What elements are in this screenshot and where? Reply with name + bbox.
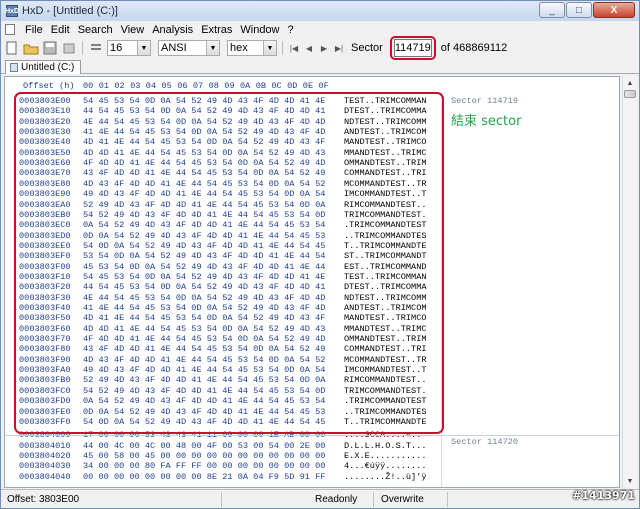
status-separator — [447, 492, 448, 507]
toolbar-separator — [282, 41, 283, 55]
sector-label-2: Sector 114720 — [451, 437, 519, 447]
end-sector-annotation: 結束 sector — [451, 114, 522, 129]
scroll-thumb[interactable] — [624, 90, 636, 98]
hex-row[interactable]: 0003804030 34 00 00 00 80 FA FF FF 00 00 … — [5, 461, 619, 471]
status-overwrite: Overwrite — [381, 494, 424, 505]
new-file-icon[interactable] — [4, 40, 20, 56]
hxd-app-icon: HxD — [5, 5, 19, 17]
scroll-down-icon[interactable]: ▼ — [623, 474, 637, 488]
column-header-cell: 0D — [287, 81, 298, 91]
save-icon[interactable] — [42, 40, 58, 56]
row-offset: 0003804020 — [19, 450, 71, 461]
row-hex-bytes[interactable]: 34 00 00 00 80 FA FF FF 00 00 00 00 00 0… — [83, 461, 325, 471]
column-header-cell: 0E — [302, 81, 314, 91]
window-title: HxD - [Untitled (C:)] — [22, 5, 118, 17]
row-ascii-text[interactable]: ........Ž!..ù]'ÿ — [344, 472, 427, 482]
previous-sector-icon[interactable]: ◀ — [303, 41, 315, 55]
column-header-cell: 0A — [240, 81, 251, 91]
save-all-icon[interactable] — [61, 40, 77, 56]
column-header-cell: 00 — [83, 81, 94, 91]
menu-view[interactable]: View — [117, 24, 149, 36]
status-bar: Offset: 3803E00 Readonly Overwrite — [1, 489, 639, 508]
title-bar[interactable]: HxD HxD - [Untitled (C:)] _ □ X — [1, 1, 639, 21]
column-header-cell: 06 — [177, 81, 188, 91]
sector-highlight-box — [14, 92, 444, 434]
status-readonly: Readonly — [315, 494, 358, 505]
row-hex-bytes[interactable]: 00 00 00 00 00 00 00 00 8E 21 0A 04 F9 5… — [83, 472, 325, 482]
next-sector-icon[interactable]: ▶ — [318, 41, 330, 55]
row-offset: 0003804010 — [19, 440, 71, 451]
menu-analysis[interactable]: Analysis — [148, 24, 197, 36]
column-header-cell: 07 — [192, 81, 204, 91]
open-folder-icon[interactable] — [23, 40, 39, 56]
display-mode-value: hex — [230, 42, 248, 54]
column-header-cell: 05 — [161, 81, 172, 91]
status-separator — [373, 492, 374, 507]
hex-row[interactable]: 0003804010 44 00 4C 00 4C 00 48 00 4F 00 … — [5, 441, 619, 451]
disk-icon — [10, 63, 18, 72]
tab-untitled-c[interactable]: Untitled (C:) — [5, 60, 82, 74]
hex-row[interactable]: 0003804040 00 00 00 00 00 00 00 00 8E 21 … — [5, 472, 619, 482]
sector-input[interactable]: 114719 — [389, 36, 436, 60]
row-offset: 0003804030 — [19, 461, 71, 472]
chevron-down-icon: ▼ — [206, 41, 219, 55]
scroll-up-icon[interactable]: ▲ — [623, 76, 637, 90]
hxd-window: HxD HxD - [Untitled (C:)] _ □ X File Edi… — [0, 0, 640, 509]
menu-file[interactable]: File — [21, 24, 47, 36]
hex-row[interactable]: 0003804020 45 00 58 00 45 00 00 00 00 00 … — [5, 451, 619, 461]
column-header-cell: 01 — [98, 81, 110, 91]
tab-strip: Untitled (C:) — [1, 59, 639, 74]
sector-label: Sector — [351, 42, 383, 54]
chevron-down-icon: ▼ — [137, 41, 150, 55]
column-header-cell: 0B — [255, 81, 267, 91]
last-sector-icon[interactable]: ▶| — [333, 41, 345, 55]
toolbar-separator — [82, 41, 83, 55]
row-ascii-text[interactable]: D.L.L.H.O.S.T... — [344, 441, 427, 451]
status-separator — [221, 492, 222, 507]
column-header-cell: 03 — [130, 81, 141, 91]
maximize-button[interactable]: □ — [566, 2, 592, 18]
watermark: #1413971 — [572, 489, 635, 502]
bytes-per-row-value: 16 — [110, 42, 123, 54]
tab-label: Untitled (C:) — [21, 62, 75, 73]
chevron-down-icon: ▼ — [263, 41, 276, 55]
hex-editor[interactable]: Offset (h) 00 01 02 03 04 05 06 07 08 09 0A 0B 0C 0D 0E… — [4, 76, 620, 488]
menu-edit[interactable]: Edit — [47, 24, 74, 36]
column-header-cell: 08 — [208, 81, 219, 91]
vertical-scrollbar[interactable]: ▲ ▼ — [622, 76, 636, 488]
display-mode-select[interactable]: hex ▼ — [227, 40, 277, 56]
menu-help[interactable]: ? — [284, 24, 298, 36]
menu-window[interactable]: Window — [236, 24, 283, 36]
minimize-button[interactable]: _ — [539, 2, 565, 18]
charset-select[interactable]: ANSI ▼ — [158, 40, 220, 56]
column-header-cell: 02 — [114, 81, 125, 91]
sector-label-1: Sector 114719 — [451, 96, 519, 106]
column-header-cell: 0C — [271, 81, 282, 91]
bytes-per-row-select[interactable]: 16 ▼ — [107, 40, 151, 56]
document-icon[interactable] — [5, 24, 15, 35]
row-ascii-text[interactable]: E.X.E........... — [344, 451, 427, 461]
offset-column-header: Offset (h) — [23, 81, 75, 91]
menu-extras[interactable]: Extras — [197, 24, 236, 36]
rows-icon — [88, 40, 104, 56]
status-offset: Offset: 3803E00 — [7, 494, 80, 505]
row-ascii-text[interactable]: 4...€úÿÿ........ — [344, 461, 427, 471]
toolbar: 16 ▼ ANSI ▼ hex ▼ |◀ ◀ ▶ ▶| Sector 11471… — [1, 36, 639, 60]
row-offset: 0003804040 — [19, 471, 71, 482]
close-button[interactable]: X — [593, 2, 635, 18]
column-header: Offset (h) 00 01 02 03 04 05 06 07 08 09 0A 0B 0C 0D 0E… — [5, 77, 619, 92]
menu-bar: File Edit Search View Analysis Extras Wi… — [1, 21, 639, 38]
sector-total: of 468869112 — [440, 42, 508, 54]
row-hex-bytes[interactable]: 45 00 58 00 45 00 00 00 00 00 00 00 00 0… — [83, 451, 325, 461]
first-sector-icon[interactable]: |◀ — [288, 41, 300, 55]
column-header-cell: 09 — [224, 81, 235, 91]
column-header-cell: 0F — [318, 81, 329, 91]
menu-search[interactable]: Search — [74, 24, 117, 36]
sector-divider — [5, 435, 619, 436]
row-hex-bytes[interactable]: 44 00 4C 00 4C 00 48 00 4F 00 53 00 54 0… — [83, 441, 325, 451]
column-header-cell: 04 — [145, 81, 157, 91]
charset-value: ANSI — [161, 42, 187, 54]
